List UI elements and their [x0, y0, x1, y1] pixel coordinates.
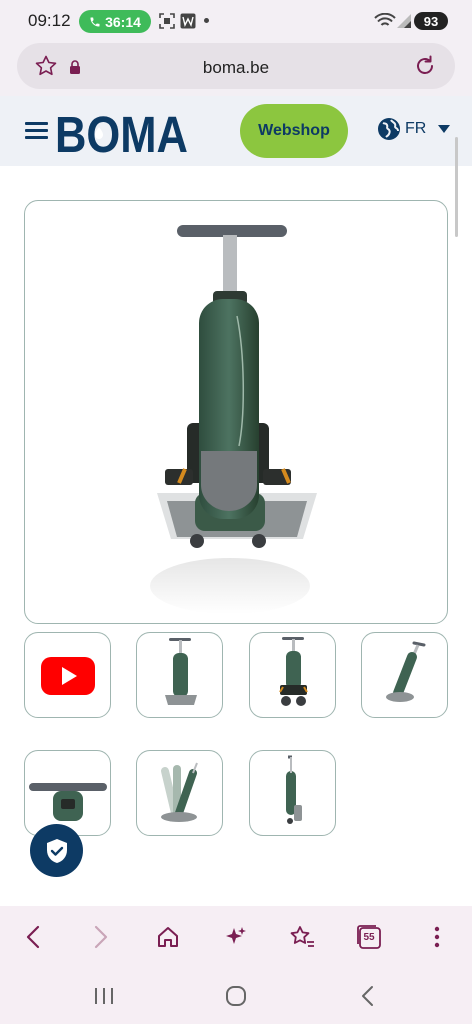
thumbnail-video[interactable] [24, 632, 111, 718]
shield-check-icon [46, 838, 67, 863]
home-button[interactable] [153, 922, 183, 952]
wifi-icon [374, 13, 396, 26]
floor-scrubber-image [150, 225, 317, 614]
phone-icon [90, 17, 100, 26]
bookmarks-button[interactable] [287, 922, 317, 952]
url-text[interactable]: boma.be [17, 58, 455, 78]
boma-logo[interactable]: BOMA [55, 111, 189, 155]
battery-indicator: 93 [414, 12, 448, 30]
ongoing-call-pill[interactable]: 36:14 [79, 10, 151, 33]
scrubber-tilted-icon [386, 641, 426, 702]
home-circle-icon[interactable] [225, 985, 247, 1007]
scrollbar-thumb[interactable] [455, 137, 458, 237]
w-app-icon [180, 13, 196, 29]
battery-level: 93 [423, 13, 439, 29]
home-icon [158, 927, 178, 947]
youtube-play-icon [41, 657, 95, 695]
main-product-image[interactable] [24, 200, 448, 624]
globe-icon [378, 118, 400, 140]
language-code: FR [405, 120, 427, 137]
scrubber-front-icon [165, 638, 197, 705]
status-time: 09:12 [28, 11, 71, 30]
browser-toolbar [0, 906, 472, 968]
sparkle-icon [226, 927, 246, 944]
reload-icon[interactable] [413, 54, 437, 78]
more-vertical-icon [434, 926, 440, 948]
language-selector[interactable]: FR [377, 117, 451, 141]
scrubber-folding-icon [161, 762, 198, 822]
menu-icon[interactable] [25, 122, 48, 140]
tab-count: 55 [363, 932, 375, 943]
back-button[interactable] [18, 922, 48, 952]
scrubber-lit-icon [279, 637, 308, 706]
address-bar-area: boma.be [0, 40, 472, 96]
notification-dot [204, 18, 209, 23]
address-bar[interactable]: boma.be [17, 43, 455, 89]
chevron-right-icon [94, 925, 108, 949]
forward-button[interactable] [86, 922, 116, 952]
thumbnail-front-lit-view[interactable] [249, 632, 336, 718]
more-menu-button[interactable] [422, 922, 452, 952]
chevron-left-icon [26, 925, 40, 949]
system-back-icon[interactable] [360, 985, 374, 1007]
scrubber-folded-icon [286, 755, 302, 824]
signal-icon [397, 14, 411, 28]
scrubber-top-icon [29, 783, 107, 821]
thumbnail-front-view[interactable] [136, 632, 223, 718]
thumbnail-side-tilted-view[interactable] [361, 632, 448, 718]
star-list-icon [290, 926, 314, 947]
status-bar: 09:12 36:14 93 [0, 0, 472, 40]
thumbnail-top-handle-view[interactable] [24, 750, 111, 836]
webshop-button[interactable]: Webshop [240, 104, 348, 158]
logo-text: BOMA [55, 111, 188, 155]
cookie-privacy-button[interactable] [30, 824, 83, 877]
thumbnail-folding-motion-view[interactable] [136, 750, 223, 836]
recent-apps-icon[interactable] [94, 987, 114, 1005]
thumbnail-folded-side-view[interactable] [249, 750, 336, 836]
screenshot-icon [159, 13, 175, 29]
system-navigation-bar [0, 968, 472, 1024]
chevron-down-icon [438, 125, 451, 133]
ai-assistant-button[interactable] [221, 922, 251, 952]
call-timer: 36:14 [105, 13, 141, 30]
